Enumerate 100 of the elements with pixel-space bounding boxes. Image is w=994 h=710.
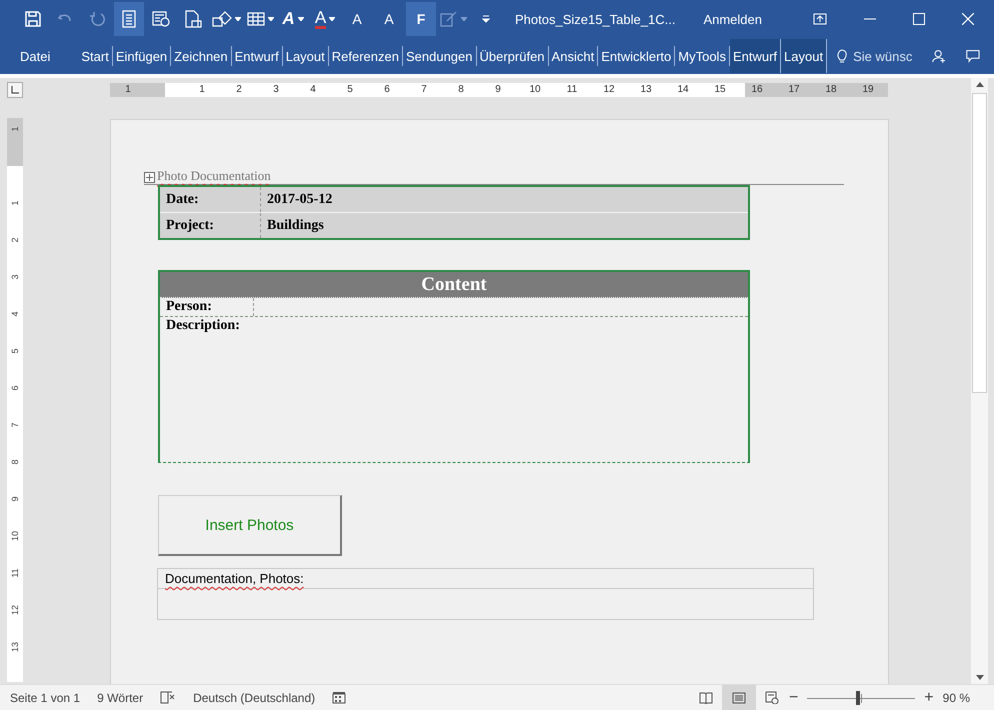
ruler-number: 6 bbox=[383, 83, 391, 97]
toolbar-button[interactable]: A bbox=[310, 2, 340, 36]
ribbon-tab[interactable]: Einfügen bbox=[112, 46, 172, 66]
caret-icon bbox=[329, 17, 336, 21]
glyph-label: A bbox=[384, 11, 394, 27]
zoom-in-button[interactable]: + bbox=[924, 688, 934, 706]
table-cell: 2017-05-12 bbox=[260, 186, 749, 212]
scroll-up-icon[interactable] bbox=[976, 82, 984, 87]
scroll-down-icon[interactable] bbox=[976, 675, 984, 680]
ribbon-tab[interactable]: Entwurf bbox=[730, 39, 782, 73]
table-cell: Date: bbox=[159, 186, 260, 212]
sign-in-button[interactable]: Anmelden bbox=[693, 12, 772, 26]
ruler-number: 12 bbox=[602, 83, 616, 97]
window-title: Photos_Size15_Table_1C... bbox=[515, 12, 676, 26]
document-heading: Photo Documentation bbox=[157, 168, 271, 184]
ruler-number: 2 bbox=[235, 83, 243, 97]
zoom-slider[interactable] bbox=[807, 690, 916, 704]
ruler-number: 16 bbox=[750, 83, 764, 97]
ribbon-tab[interactable]: Entwurf bbox=[232, 46, 283, 66]
ruler-number: 10 bbox=[9, 530, 21, 544]
ribbon-tab[interactable]: Referenzen bbox=[328, 46, 403, 66]
proofing-icon[interactable] bbox=[160, 691, 176, 704]
table-cell: Person: bbox=[160, 298, 254, 316]
ribbon-tab[interactable]: Zeichnen bbox=[171, 46, 232, 66]
zoom-level[interactable]: 90 % bbox=[942, 690, 970, 704]
page-icon bbox=[184, 10, 202, 28]
ribbon-tab[interactable]: Start bbox=[78, 46, 113, 66]
toolbar-button[interactable]: F bbox=[406, 2, 436, 36]
comment-icon[interactable] bbox=[966, 48, 980, 64]
ruler-number: 6 bbox=[9, 384, 21, 393]
table-header: Content bbox=[160, 272, 748, 298]
ribbon-tab[interactable]: Überprüfen bbox=[476, 46, 549, 66]
ribbon-tab[interactable]: Layout bbox=[781, 39, 828, 73]
caret-icon bbox=[298, 17, 304, 21]
redo-icon bbox=[89, 11, 105, 27]
table-move-handle-icon[interactable] bbox=[144, 172, 155, 183]
ruler-number: 15 bbox=[713, 83, 727, 97]
glyph-label: A bbox=[352, 11, 362, 27]
language-status[interactable]: Deutsch (Deutschland) bbox=[193, 690, 316, 704]
ruler-number: 5 bbox=[346, 83, 354, 97]
ruler-number: 18 bbox=[824, 83, 838, 97]
lightbulb-icon bbox=[837, 48, 848, 64]
maximize-icon[interactable] bbox=[913, 13, 925, 25]
close-icon[interactable] bbox=[962, 13, 974, 25]
ribbon-tab[interactable]: Datei bbox=[0, 46, 78, 66]
ruler-number: 13 bbox=[9, 641, 21, 654]
table-icon bbox=[247, 12, 265, 26]
edit-icon bbox=[440, 11, 458, 27]
page-layout-icon bbox=[732, 692, 746, 704]
ruler-number: 19 bbox=[861, 83, 875, 97]
toolbar-button[interactable]: A bbox=[342, 2, 372, 36]
ruler-number: 12 bbox=[9, 604, 21, 618]
ribbon-display-icon[interactable] bbox=[813, 13, 827, 25]
glyph-label: A bbox=[314, 10, 326, 28]
ruler-number: 4 bbox=[309, 83, 317, 97]
ruler-number: 4 bbox=[9, 310, 21, 319]
share-icon[interactable] bbox=[932, 47, 946, 65]
ribbon-tab[interactable]: Sendungen bbox=[402, 46, 476, 66]
ruler-number: 3 bbox=[9, 274, 21, 282]
ruler-number: 8 bbox=[457, 83, 465, 97]
document-globe-icon bbox=[152, 11, 170, 27]
toolbar-button[interactable]: A bbox=[278, 2, 308, 36]
insert-photos-button[interactable]: Insert Photos bbox=[158, 495, 342, 556]
ruler-number: 3 bbox=[272, 83, 280, 97]
ruler-number: 9 bbox=[9, 496, 21, 504]
table-cell: Project: bbox=[159, 212, 260, 239]
minimize-icon[interactable] bbox=[864, 18, 876, 20]
web-layout-icon bbox=[764, 691, 779, 704]
page-count[interactable]: Seite 1 von 1 bbox=[10, 690, 80, 704]
caret-icon bbox=[268, 17, 274, 21]
ribbon-tab[interactable]: Entwicklerto bbox=[598, 46, 676, 66]
scrollbar[interactable] bbox=[971, 78, 988, 684]
caret-icon bbox=[461, 17, 467, 21]
toolbar-button[interactable]: A bbox=[374, 2, 404, 36]
view-button[interactable] bbox=[722, 685, 756, 710]
ruler-number: 14 bbox=[676, 83, 690, 97]
customize-icon bbox=[482, 15, 490, 23]
book-icon bbox=[698, 692, 713, 704]
ruler-number: 1 bbox=[9, 126, 21, 134]
ruler-number: 10 bbox=[528, 83, 542, 97]
zoom-out-button[interactable]: − bbox=[788, 688, 798, 706]
slider-thumb[interactable] bbox=[856, 690, 860, 704]
ruler-number: 1 bbox=[9, 200, 21, 208]
glyph-label: F bbox=[416, 11, 426, 27]
macro-icon[interactable] bbox=[332, 691, 346, 704]
table-cell: Buildings bbox=[260, 212, 749, 239]
ruler-number: 2 bbox=[9, 236, 21, 245]
tell-me-field[interactable]: Sie wünsc bbox=[853, 48, 912, 64]
table-cell: Documentation, Photos: bbox=[165, 571, 304, 586]
ribbon-tab[interactable]: Ansicht bbox=[548, 46, 598, 66]
ruler-number: 9 bbox=[494, 83, 502, 97]
ruler-number: 17 bbox=[787, 83, 801, 97]
scroll-thumb[interactable] bbox=[972, 93, 987, 393]
ribbon-tab[interactable]: Layout bbox=[282, 46, 329, 66]
word-count[interactable]: 9 Wörter bbox=[97, 690, 144, 704]
ruler-number: 5 bbox=[9, 348, 21, 356]
document-icon bbox=[121, 10, 137, 28]
tab-selector[interactable] bbox=[7, 82, 23, 98]
toolbar-button[interactable] bbox=[114, 2, 144, 36]
save-icon bbox=[25, 11, 41, 27]
